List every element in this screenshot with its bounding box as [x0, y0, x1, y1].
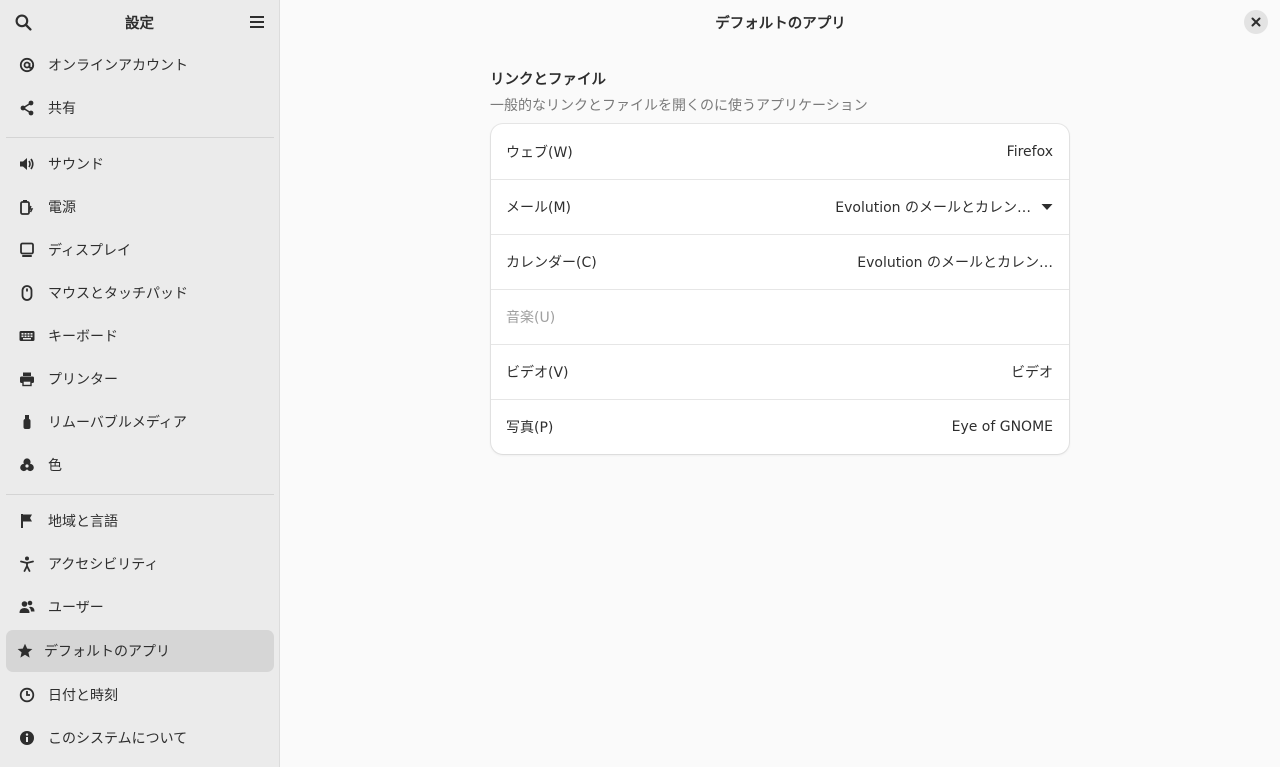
sidebar-separator: [6, 137, 274, 138]
row-label: 写真(P): [506, 420, 554, 436]
row-label: カレンダー(C): [506, 255, 597, 271]
sidebar-separator: [6, 494, 274, 495]
clock-icon: [19, 687, 35, 703]
default-apps-list: ウェブ(W) Firefox メール(M) Evolution のメールとカレン…: [491, 124, 1069, 454]
sidebar-item-label: オンラインアカウント: [48, 58, 188, 74]
section-subtitle: 一般的なリンクとファイルを開くのに使うアプリケーション: [490, 98, 868, 114]
sidebar-item-label: リムーバブルメディア: [48, 415, 187, 431]
users-icon: [19, 599, 35, 615]
flag-icon: [19, 513, 35, 529]
sidebar-item-label: このシステムについて: [48, 731, 188, 747]
row-value: Evolution のメールとカレン…: [835, 200, 1031, 216]
info-icon: [19, 730, 35, 746]
row-web[interactable]: ウェブ(W) Firefox: [491, 124, 1069, 179]
sidebar-item-about[interactable]: このシステムについて: [6, 717, 274, 759]
sidebar: 設定 オンラインアカウント 共有 サウンド 電源 ディスプレイ マウスとタッチパ…: [0, 0, 280, 767]
row-mail[interactable]: メール(M) Evolution のメールとカレン…: [491, 179, 1069, 234]
sidebar-item-label: デフォルトのアプリ: [44, 644, 170, 660]
sidebar-item-label: マウスとタッチパッド: [48, 286, 188, 302]
sidebar-item-label: ユーザー: [48, 600, 104, 616]
usb-icon: [19, 414, 35, 430]
sidebar-item-display[interactable]: ディスプレイ: [6, 229, 274, 271]
sidebar-item-label: 共有: [48, 101, 76, 117]
sidebar-item-label: アクセシビリティ: [48, 557, 159, 573]
sidebar-item-date-time[interactable]: 日付と時刻: [6, 674, 274, 716]
dropdown-arrow-icon: [1041, 204, 1053, 210]
sidebar-item-online-accounts[interactable]: オンラインアカウント: [6, 44, 274, 86]
sidebar-item-color[interactable]: 色: [6, 444, 274, 486]
sidebar-item-label: 日付と時刻: [48, 688, 118, 704]
at-icon: [19, 57, 35, 73]
hamburger-menu-icon: [250, 16, 264, 28]
sidebar-item-printers[interactable]: プリンター: [6, 358, 274, 400]
main-content: デフォルトのアプリ リンクとファイル 一般的なリンクとファイルを開くのに使うアプ…: [281, 0, 1280, 767]
mouse-icon: [19, 285, 35, 301]
sidebar-item-sound[interactable]: サウンド: [6, 143, 274, 185]
sidebar-item-sharing[interactable]: 共有: [6, 87, 274, 129]
row-video[interactable]: ビデオ(V) ビデオ: [491, 344, 1069, 399]
keyboard-icon: [19, 328, 35, 344]
sidebar-item-label: 地域と言語: [48, 514, 118, 530]
sidebar-item-power[interactable]: 電源: [6, 186, 274, 228]
sidebar-header: 設定: [0, 0, 279, 44]
row-calendar[interactable]: カレンダー(C) Evolution のメールとカレン…: [491, 234, 1069, 289]
sidebar-item-mouse-touchpad[interactable]: マウスとタッチパッド: [6, 272, 274, 314]
row-value: Eye of GNOME: [951, 419, 1053, 435]
color-icon: [19, 457, 35, 473]
row-label: ビデオ(V): [506, 365, 569, 381]
row-label: メール(M): [506, 200, 572, 216]
printer-icon: [19, 371, 35, 387]
mail-app-dropdown[interactable]: Evolution のメールとカレン…: [835, 197, 1053, 217]
row-photos[interactable]: 写真(P) Eye of GNOME: [491, 399, 1069, 454]
sidebar-item-label: プリンター: [48, 372, 118, 388]
sidebar-item-label: サウンド: [48, 157, 104, 173]
row-value: Firefox: [1006, 143, 1053, 160]
row-value: ビデオ: [1011, 365, 1053, 381]
power-icon: [19, 199, 35, 215]
sidebar-item-accessibility[interactable]: アクセシビリティ: [6, 543, 274, 585]
sidebar-item-users[interactable]: ユーザー: [6, 586, 274, 628]
star-icon: [17, 643, 33, 659]
row-value: Evolution のメールとカレン…: [857, 255, 1053, 271]
sidebar-item-label: 電源: [48, 200, 76, 216]
sidebar-item-label: キーボード: [48, 329, 118, 345]
sidebar-item-label: ディスプレイ: [48, 243, 132, 259]
row-label: ウェブ(W): [506, 144, 573, 161]
row-music: 音楽(U): [491, 289, 1069, 344]
sidebar-title: 設定: [125, 16, 154, 32]
sidebar-item-label: 色: [48, 458, 62, 474]
sidebar-item-keyboard[interactable]: キーボード: [6, 315, 274, 357]
speaker-icon: [19, 156, 35, 172]
share-icon: [19, 100, 35, 116]
sidebar-item-region-language[interactable]: 地域と言語: [6, 500, 274, 542]
display-icon: [19, 242, 35, 258]
section-title: リンクとファイル: [490, 72, 606, 88]
main-menu-button[interactable]: [245, 10, 269, 34]
close-icon: [1251, 17, 1261, 27]
accessibility-icon: [19, 556, 35, 572]
page-title: デフォルトのアプリ: [715, 16, 846, 32]
row-label: 音楽(U): [506, 310, 556, 326]
sidebar-item-removable-media[interactable]: リムーバブルメディア: [6, 401, 274, 443]
sidebar-item-default-apps[interactable]: デフォルトのアプリ: [6, 630, 274, 672]
close-button[interactable]: [1244, 10, 1268, 34]
